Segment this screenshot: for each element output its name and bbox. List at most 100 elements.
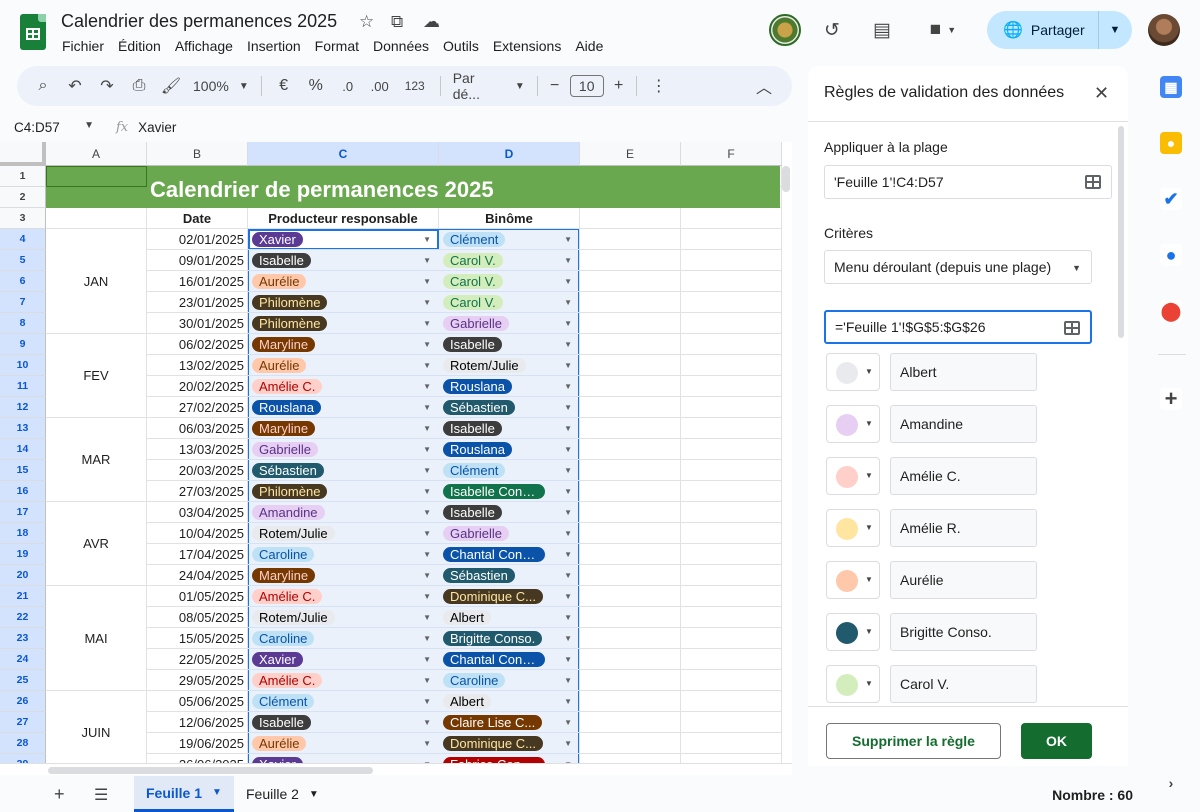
search-menus-icon[interactable]: ⌕ — [27, 72, 59, 100]
menu-item[interactable]: Insertion — [240, 37, 308, 55]
dropdown-arrow-icon[interactable]: ▼ — [564, 571, 572, 580]
pair-cell[interactable]: Chantal Conso. ▼ — [439, 649, 580, 670]
option-value-input[interactable]: Amandine — [890, 405, 1037, 443]
grid-cell[interactable] — [580, 208, 681, 229]
grid-cell[interactable] — [681, 397, 782, 418]
menu-item[interactable]: Aide — [568, 37, 610, 55]
producer-cell[interactable]: Isabelle ▼ — [248, 250, 439, 271]
grid-cell[interactable] — [681, 502, 782, 523]
source-range-input[interactable]: ='Feuille 1'!$G$5:$G$26 — [824, 310, 1092, 344]
row-header[interactable]: 13 — [0, 418, 46, 439]
column-title[interactable]: Binôme — [439, 208, 580, 229]
pair-cell[interactable]: Fabrice Conso.▼ — [439, 754, 580, 763]
grid-cell[interactable] — [580, 628, 681, 649]
dropdown-arrow-icon[interactable]: ▼ — [564, 613, 572, 622]
dropdown-arrow-icon[interactable]: ▼ — [423, 571, 431, 580]
menu-item[interactable]: Format — [308, 37, 366, 55]
select-range-icon[interactable] — [1085, 175, 1101, 189]
row-header[interactable]: 4 — [0, 229, 46, 250]
ok-button[interactable]: OK — [1021, 723, 1092, 759]
grid-cell[interactable] — [580, 439, 681, 460]
row-header[interactable]: 12 — [0, 397, 46, 418]
cloud-status-icon[interactable]: ☁ — [423, 12, 440, 32]
pair-cell[interactable]: Albert ▼ — [439, 691, 580, 712]
row-header[interactable]: 25 — [0, 670, 46, 691]
dropdown-arrow-icon[interactable]: ▼ — [564, 697, 572, 706]
vertical-scrollbar[interactable] — [782, 166, 790, 192]
dropdown-arrow-icon[interactable]: ▼ — [423, 361, 431, 370]
dropdown-arrow-icon[interactable]: ▼ — [564, 550, 572, 559]
pair-cell[interactable]: Dominique C... ▼ — [439, 586, 580, 607]
grid-cell[interactable] — [580, 250, 681, 271]
dropdown-arrow-icon[interactable]: ▼ — [423, 550, 431, 559]
row-header[interactable]: 16 — [0, 481, 46, 502]
option-color-picker[interactable]: ▼ — [826, 405, 880, 443]
month-cell[interactable]: JAN — [46, 229, 147, 334]
grid-cell[interactable] — [580, 607, 681, 628]
comments-icon[interactable]: ▤ — [865, 13, 899, 47]
user-avatar[interactable] — [1148, 14, 1180, 46]
dropdown-arrow-icon[interactable]: ▼ — [423, 340, 431, 349]
dropdown-arrow-icon[interactable]: ▼ — [564, 718, 572, 727]
dropdown-arrow-icon[interactable]: ▼ — [564, 340, 572, 349]
document-title[interactable]: Calendrier des permanences 2025 — [61, 11, 337, 32]
dropdown-arrow-icon[interactable]: ▼ — [423, 613, 431, 622]
grid-cell[interactable] — [681, 649, 782, 670]
grid-cell[interactable] — [580, 355, 681, 376]
producer-cell[interactable]: Amélie C. ▼ — [248, 670, 439, 691]
dropdown-arrow-icon[interactable]: ▼ — [564, 403, 572, 412]
dropdown-arrow-icon[interactable]: ▼ — [564, 382, 572, 391]
producer-cell[interactable]: Amélie C. ▼ — [248, 376, 439, 397]
dropdown-arrow-icon[interactable]: ▼ — [423, 403, 431, 412]
row-header[interactable]: 3 — [0, 208, 46, 229]
date-cell[interactable]: 19/06/2025 — [147, 733, 248, 754]
row-header[interactable]: 6 — [0, 271, 46, 292]
option-value-input[interactable]: Amélie R. — [890, 509, 1037, 547]
row-header[interactable]: 26 — [0, 691, 46, 712]
dropdown-arrow-icon[interactable]: ▼ — [564, 445, 572, 454]
pair-cell[interactable]: Chantal Conso. ▼ — [439, 544, 580, 565]
row-header[interactable]: 27 — [0, 712, 46, 733]
row-header[interactable]: 8 — [0, 313, 46, 334]
dropdown-arrow-icon[interactable]: ▼ — [564, 277, 572, 286]
date-cell[interactable]: 13/02/2025 — [147, 355, 248, 376]
producer-cell[interactable]: Amélie C. ▼ — [248, 586, 439, 607]
option-value-input[interactable]: Brigitte Conso. — [890, 613, 1037, 651]
dropdown-arrow-icon[interactable]: ▼ — [564, 655, 572, 664]
grid-cell[interactable] — [681, 523, 782, 544]
dropdown-arrow-icon[interactable]: ▼ — [564, 487, 572, 496]
menu-item[interactable]: Extensions — [486, 37, 568, 55]
dropdown-arrow-icon[interactable]: ▼ — [423, 508, 431, 517]
menu-item[interactable]: Édition — [111, 37, 168, 55]
currency-button[interactable]: € — [268, 72, 300, 100]
pair-cell[interactable]: Caroline ▼ — [439, 670, 580, 691]
date-cell[interactable]: 12/06/2025 — [147, 712, 248, 733]
pair-cell[interactable]: Albert ▼ — [439, 607, 580, 628]
get-addons-icon[interactable]: + — [1160, 386, 1182, 411]
row-header[interactable]: 2 — [0, 187, 46, 208]
collapse-toolbar-icon[interactable]: ︿ — [748, 72, 780, 100]
row-header[interactable]: 5 — [0, 250, 46, 271]
date-cell[interactable]: 23/01/2025 — [147, 292, 248, 313]
dropdown-arrow-icon[interactable]: ▼ — [423, 529, 431, 538]
column-header[interactable]: A — [46, 142, 147, 166]
pair-cell[interactable]: Isabelle ▼ — [439, 334, 580, 355]
pair-cell[interactable]: Carol V. ▼ — [439, 271, 580, 292]
grid-cell[interactable] — [681, 733, 782, 754]
spreadsheet-grid[interactable]: A B C D E F 1 2 3 4 5 6 7 8 9 10 11 12 13 14 15 16 17 18 19 20 21 2… — [0, 142, 792, 763]
grid-cell[interactable] — [681, 544, 782, 565]
grid-cell[interactable] — [681, 691, 782, 712]
grid-cell[interactable] — [580, 376, 681, 397]
option-value-input[interactable]: Aurélie — [890, 561, 1037, 599]
date-cell[interactable]: 20/02/2025 — [147, 376, 248, 397]
horizontal-scrollbar[interactable] — [0, 763, 792, 775]
row-header[interactable]: 15 — [0, 460, 46, 481]
date-cell[interactable]: 08/05/2025 — [147, 607, 248, 628]
dropdown-arrow-icon[interactable]: ▼ — [564, 739, 572, 748]
grid-cell[interactable] — [580, 565, 681, 586]
grid-cell[interactable] — [681, 586, 782, 607]
grid-cell[interactable] — [681, 418, 782, 439]
pair-cell[interactable]: Carol V. ▼ — [439, 250, 580, 271]
dropdown-arrow-icon[interactable]: ▼ — [564, 676, 572, 685]
formula-input[interactable]: Xavier — [138, 120, 176, 135]
